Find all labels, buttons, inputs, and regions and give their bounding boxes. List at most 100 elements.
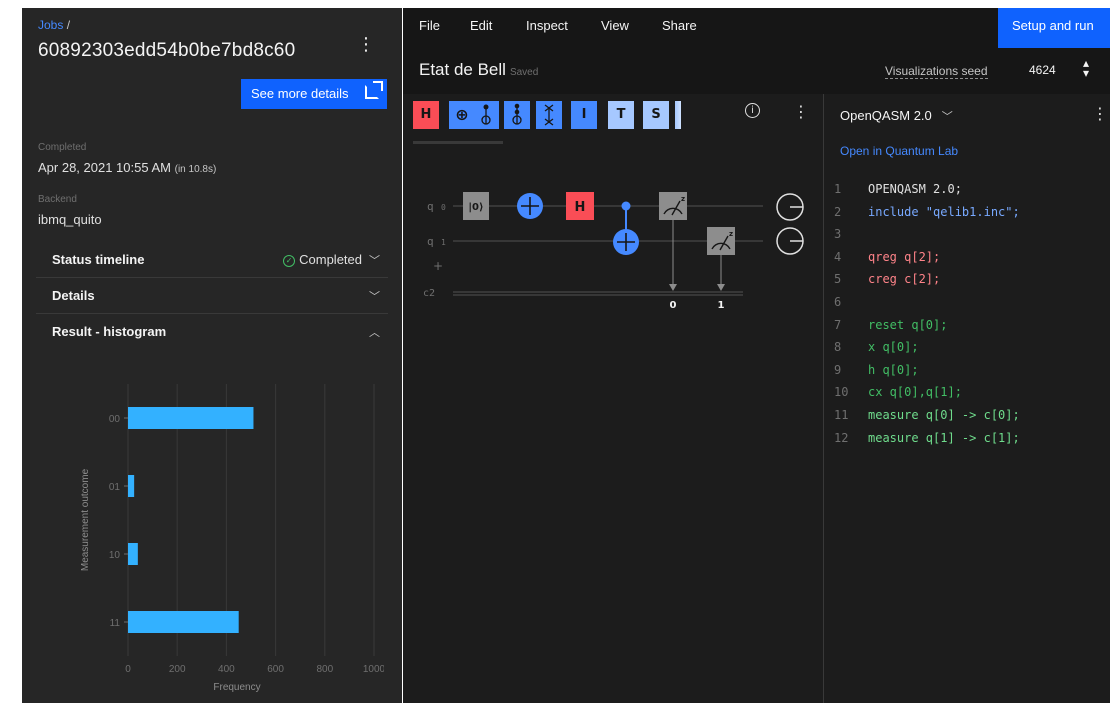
gate-cnot[interactable] [473,101,499,129]
accordion-title: Details [52,288,95,303]
toffoli-icon [512,103,522,125]
code-line: 4 qreg q[2]; [834,250,940,272]
x-tick-label: 200 [169,664,186,675]
swap-icon [544,104,554,126]
completed-duration: (in 10.8s) [174,164,217,175]
cnot-icon [481,104,491,125]
h-gate-label: H [575,200,586,215]
x-tick-label: 1000 [363,664,384,675]
breadcrumb: Jobs / [38,18,70,32]
palette-scrollbar[interactable] [413,141,503,144]
code-line: 1 OPENQASM 2.0; [834,182,962,204]
x-tick-label: 600 [267,664,284,675]
accordion-result-histogram[interactable]: Result - histogram ︿ [36,314,388,350]
backend-value: ibmq_quito [38,212,102,227]
quantum-circuit: q 0 q 1 + c2 |0⟩ H z 0 z 1 [423,192,804,311]
chevron-down-icon: ﹀ [941,111,953,123]
measure-basis-1: z [729,230,733,238]
menu-edit[interactable]: Edit [470,18,492,33]
y-axis-label: Measurement outcome [80,468,91,571]
gate-swap[interactable] [536,101,562,129]
accordion-status-timeline[interactable]: Status timeline ✓ Completed ﹀ [36,242,388,278]
code-editor-panel: OpenQASM 2.0 ﹀ ⋮ Open in Quantum Lab 1 OPE… [823,94,1110,703]
line-number: 10 [834,385,849,400]
code-line: 7 reset q[0]; [834,318,947,340]
x-axis-label: Frequency [213,682,260,693]
cnot-control[interactable] [621,201,631,211]
wire-label-c: c2 [423,288,435,299]
code-text: creg c[2]; [868,272,941,287]
gate-h[interactable]: H [413,101,439,129]
code-line: 10 cx q[0],q[1]; [834,385,962,407]
wire-label-q1: q [427,235,434,248]
menu-view[interactable]: View [601,18,629,33]
code-line: 8 x q[0]; [834,340,919,362]
open-in-quantum-lab-link[interactable]: Open in Quantum Lab [840,144,958,158]
accordion-details[interactable]: Details ﹀ [36,278,388,314]
circuit-name: Etat de Bell [419,60,506,79]
code-line: 2 include "qelib1.inc"; [834,205,1020,227]
y-tick-label: 00 [109,414,121,425]
histogram-bar [128,543,138,565]
histogram-bar [128,407,254,429]
x-tick-label: 400 [218,664,235,675]
line-number: 1 [834,182,842,196]
code-text: reset q[0]; [868,317,948,332]
top-menu-bar: File Edit Inspect View Share Setup and r… [403,8,1110,48]
job-details-panel: Jobs / 60892303edd54b0be7bd8c60 ⋮ See mo… [22,8,402,703]
code-text: x q[0]; [868,340,919,355]
menu-inspect[interactable]: Inspect [526,18,568,33]
backend-label: Backend [38,194,77,205]
line-number: 8 [834,340,842,355]
breadcrumb-jobs-link[interactable]: Jobs [38,18,63,32]
info-icon[interactable]: i [745,103,760,118]
y-tick-label: 01 [109,482,121,493]
line-number: 12 [834,430,849,445]
y-tick-label: 11 [110,618,121,629]
seed-stepper-icon[interactable]: ▴ ▾ [1083,57,1089,79]
gate-i[interactable]: I [571,101,597,129]
circuit-title[interactable]: Etat de Bell Saved [419,60,538,80]
accordion-title: Status timeline [52,252,145,267]
chevron-up-icon: ︿ [369,326,380,339]
line-number: 9 [834,362,842,377]
code-text: h q[0]; [868,362,919,377]
setup-and-run-button[interactable]: Setup and run [998,8,1110,48]
code-text: cx q[0],q[1]; [868,385,962,400]
line-number: 7 [834,317,842,332]
gate-palette-overflow[interactable] [675,101,681,129]
see-more-details-label: See more details [251,86,349,101]
menu-file[interactable]: File [419,18,440,33]
breadcrumb-separator: / [66,18,71,32]
code-line: 11 measure q[0] -> c[0]; [834,408,1020,430]
language-select[interactable]: OpenQASM 2.0 ﹀ [840,108,953,124]
menu-share[interactable]: Share [662,18,697,33]
measure-target-0: 0 [670,300,677,311]
gate-t[interactable]: T [608,101,634,129]
palette-overflow-menu-icon[interactable]: ⋮ [793,102,809,121]
reset-gate-label: |0⟩ [468,202,483,213]
code-text: qreg q[2]; [868,249,941,264]
completed-value: Apr 28, 2021 10:55 AM (in 10.8s) [38,160,216,175]
line-number: 6 [834,295,842,309]
line-number: 11 [834,408,849,422]
y-tick-label: 10 [109,550,121,561]
see-more-details-button[interactable]: See more details [241,79,387,109]
visualizations-seed-input[interactable]: 4624 [1029,63,1056,77]
gate-s[interactable]: S [643,101,669,129]
x-tick-label: 800 [316,664,333,675]
editor-overflow-menu-icon[interactable]: ⋮ [1092,104,1108,123]
add-wire-icon[interactable]: + [433,259,443,273]
wire-index-1: 1 [441,238,446,247]
job-overflow-menu-icon[interactable]: ⋮ [356,34,376,62]
saved-status: Saved [509,67,539,78]
line-number: 3 [834,227,842,242]
gate-not[interactable]: ⊕ [449,101,475,129]
line-number: 4 [834,249,842,264]
visualizations-seed-label: Visualizations seed [885,64,988,79]
gate-toffoli[interactable] [504,101,530,129]
job-id-title: 60892303edd54b0be7bd8c60 [38,40,296,61]
wire-label-q0: q [427,200,434,213]
measure-arrow-1 [717,284,725,291]
x-tick-label: 0 [125,664,131,675]
